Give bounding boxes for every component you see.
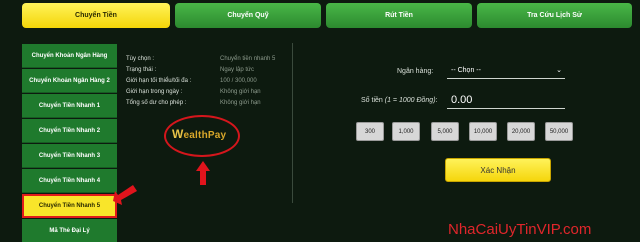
chevron-down-icon: ⌄ (556, 67, 562, 74)
tab-chuyen-quy[interactable]: Chuyển Quỹ (175, 3, 321, 28)
method-info: Tùy chọn : Chuyển tiền nhanh 5 Trạng thái… (126, 56, 286, 111)
sidebar: Chuyển Khoản Ngân Hàng Chuyển Khoản Ngân… (22, 44, 117, 242)
top-tabs: Chuyển Tiền Chuyển Quỹ Rút Tiền Tra Cứu … (22, 3, 632, 28)
amount-unit-note: (1 = 1000 Đồng) (384, 97, 436, 104)
info-label: Giới hạn trong ngày : (126, 89, 183, 95)
wealthpay-logo: WealthPay (172, 127, 226, 141)
info-label: Tổng số dư cho phép : (126, 100, 187, 106)
watermark: NhaCaiUyTinVIP.com (448, 221, 592, 238)
sidebar-item-ck-ngan-hang-2[interactable]: Chuyển Khoản Ngân Hàng 2 (22, 69, 117, 93)
logo-wordmark: ealthPay (183, 130, 227, 141)
logo-initial: W (172, 127, 184, 141)
info-row: Giới hạn trong ngày : Không giới hạn (126, 89, 286, 100)
info-value: Ngay lập tức (220, 67, 255, 73)
quick-amount-button[interactable]: 1,000 (392, 122, 420, 141)
quick-amount-button[interactable]: 50,000 (545, 122, 573, 141)
vertical-divider (292, 43, 293, 203)
info-row: Trạng thái : Ngay lập tức (126, 67, 286, 78)
sidebar-item-ck-ngan-hang[interactable]: Chuyển Khoản Ngân Hàng (22, 44, 117, 68)
amount-input[interactable]: 0.00 (447, 91, 565, 109)
arrow-left-icon (113, 185, 137, 205)
quick-amount-button[interactable]: 5,000 (431, 122, 459, 141)
sidebar-item-nhanh-2[interactable]: Chuyển Tiền Nhanh 2 (22, 119, 117, 143)
tab-rut-tien[interactable]: Rút Tiền (326, 3, 472, 28)
info-row: Tùy chọn : Chuyển tiền nhanh 5 (126, 56, 286, 67)
info-label: Tùy chọn : (126, 56, 155, 62)
quick-amount-button[interactable]: 10,000 (469, 122, 497, 141)
quick-amount-button[interactable]: 300 (356, 122, 384, 141)
tab-chuyen-tien[interactable]: Chuyển Tiền (22, 3, 170, 28)
arrow-up-icon (196, 161, 210, 185)
sidebar-item-nhanh-5[interactable]: Chuyển Tiền Nhanh 5 (22, 194, 117, 218)
bank-select-value: -- Chọn -- (451, 67, 481, 74)
amount-label: Số tiền (1 = 1000 Đồng): (361, 97, 438, 104)
bank-label: Ngân hàng: (397, 68, 434, 75)
tab-tra-cuu-lich-su[interactable]: Tra Cứu Lịch Sử (477, 3, 632, 28)
info-label: Giới hạn tối thiểu/tối đa : (126, 78, 192, 84)
info-label: Trạng thái : (126, 67, 157, 73)
info-value: Không giới hạn (220, 100, 261, 106)
info-value: 100 / 300,000 (220, 78, 257, 84)
sidebar-item-nhanh-4[interactable]: Chuyển Tiền Nhanh 4 (22, 169, 117, 193)
info-value: Chuyển tiền nhanh 5 (220, 56, 276, 62)
quick-amount-button[interactable]: 20,000 (507, 122, 535, 141)
amount-label-colon: : (435, 97, 438, 104)
info-row: Giới hạn tối thiểu/tối đa : 100 / 300,000 (126, 78, 286, 89)
sidebar-item-nhanh-1[interactable]: Chuyển Tiền Nhanh 1 (22, 94, 117, 118)
bank-select[interactable]: -- Chọn -- ⌄ (447, 63, 565, 79)
amount-label-text: Số tiền (361, 97, 383, 104)
confirm-button[interactable]: Xác Nhận (445, 158, 551, 182)
info-row: Tổng số dư cho phép : Không giới hạn (126, 100, 286, 111)
info-value: Không giới hạn (220, 89, 261, 95)
sidebar-item-nhanh-3[interactable]: Chuyển Tiền Nhanh 3 (22, 144, 117, 168)
sidebar-item-ma-the-dai-ly[interactable]: Mã Thẻ Đại Lý (22, 219, 117, 242)
